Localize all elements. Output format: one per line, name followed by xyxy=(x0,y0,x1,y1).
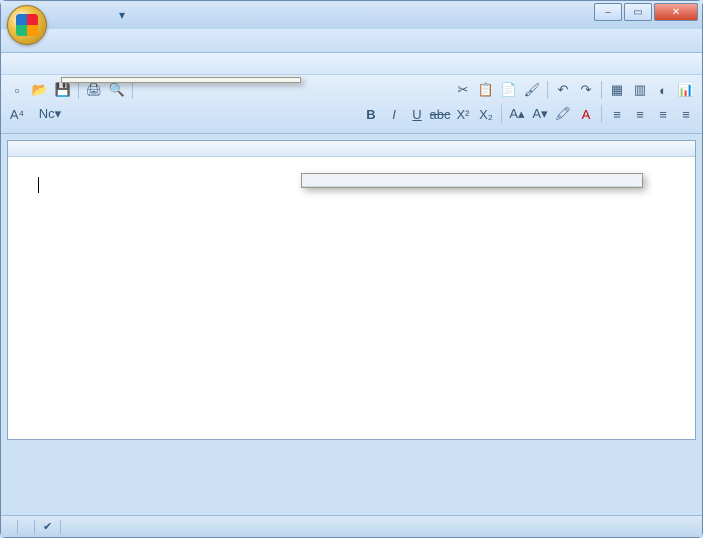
undo-icon[interactable]: ↶ xyxy=(553,80,573,100)
table-icon[interactable]: ▦ xyxy=(607,80,627,100)
highlight-icon[interactable]: 🖍 xyxy=(553,104,573,124)
font-name-icon[interactable]: Nc▾ xyxy=(30,104,70,124)
cut-icon[interactable]: ✂ xyxy=(453,80,473,100)
quick-access-toolbar: ▾ xyxy=(53,5,131,25)
paste-icon[interactable]: 📄 xyxy=(499,80,519,100)
toolbar-group-label xyxy=(407,126,507,130)
toolbar-area: ▫ 📂 💾 🖨 🔍 ✂ 📋 📄 🖌 ↶ ↷ ▦ ▥ ◐ 📊 A⁴ Nc▾ B I… xyxy=(1,75,702,134)
open-icon[interactable]: 📂 xyxy=(30,80,50,100)
save-as-submenu xyxy=(301,173,643,188)
new-icon[interactable]: ▫ xyxy=(7,80,27,100)
office-button[interactable] xyxy=(7,5,47,45)
save-icon[interactable]: 💾 xyxy=(53,80,73,100)
submenu-header xyxy=(302,174,642,187)
redo-icon[interactable]: ↷ xyxy=(576,80,596,100)
toolbar-row-2: A⁴ Nc▾ B I U abc X² X₂ A▴ A▾ 🖍 A ≡ ≡ ≡ ≡ xyxy=(7,102,696,126)
window-buttons: – ▭ ✕ xyxy=(594,3,698,21)
bold-button[interactable]: B xyxy=(361,104,381,124)
separator xyxy=(547,81,548,99)
qat-save-icon[interactable] xyxy=(53,6,71,24)
maximize-button[interactable]: ▭ xyxy=(624,3,652,21)
file-menu-dropdown xyxy=(61,77,301,83)
justify-icon[interactable]: ≡ xyxy=(676,104,696,124)
format-painter-icon[interactable]: 🖌 xyxy=(522,80,542,100)
status-bar: ✔ xyxy=(1,515,702,537)
separator xyxy=(132,81,133,99)
print-icon[interactable]: 🖨 xyxy=(84,80,104,100)
align-right-icon[interactable]: ≡ xyxy=(653,104,673,124)
classic-menu-bar xyxy=(1,53,702,75)
align-left-icon[interactable]: ≡ xyxy=(607,104,627,124)
text-cursor xyxy=(38,177,39,193)
superscript-button[interactable]: X² xyxy=(453,104,473,124)
grow-font-icon[interactable]: A▴ xyxy=(507,104,527,124)
align-center-icon[interactable]: ≡ xyxy=(630,104,650,124)
separator xyxy=(501,105,502,123)
separator xyxy=(17,520,18,534)
qat-undo-icon[interactable] xyxy=(73,6,91,24)
ribbon-tabs xyxy=(1,29,702,53)
qat-customize-icon[interactable]: ▾ xyxy=(113,6,131,24)
italic-button[interactable]: I xyxy=(384,104,404,124)
status-proofing-icon[interactable]: ✔ xyxy=(43,520,52,533)
copy-icon[interactable]: 📋 xyxy=(476,80,496,100)
styles-icon[interactable]: A⁴ xyxy=(7,104,27,124)
separator xyxy=(34,520,35,534)
horizontal-ruler[interactable] xyxy=(8,141,695,157)
separator xyxy=(601,81,602,99)
strikethrough-button[interactable]: abc xyxy=(430,104,450,124)
qat-redo-icon[interactable] xyxy=(93,6,111,24)
separator xyxy=(601,105,602,123)
close-button[interactable]: ✕ xyxy=(654,3,698,21)
title-bar: ▾ – ▭ ✕ xyxy=(1,1,702,29)
chart-icon[interactable]: 📊 xyxy=(676,80,696,100)
subscript-button[interactable]: X₂ xyxy=(476,104,496,124)
minimize-button[interactable]: – xyxy=(594,3,622,21)
separator xyxy=(78,81,79,99)
shrink-font-icon[interactable]: A▾ xyxy=(530,104,550,124)
font-color-icon[interactable]: A xyxy=(576,104,596,124)
preview-icon[interactable]: 🔍 xyxy=(107,80,127,100)
separator xyxy=(60,520,61,534)
columns-icon[interactable]: ▥ xyxy=(630,80,650,100)
drawing-icon[interactable]: ◐ xyxy=(653,80,673,100)
underline-button[interactable]: U xyxy=(407,104,427,124)
